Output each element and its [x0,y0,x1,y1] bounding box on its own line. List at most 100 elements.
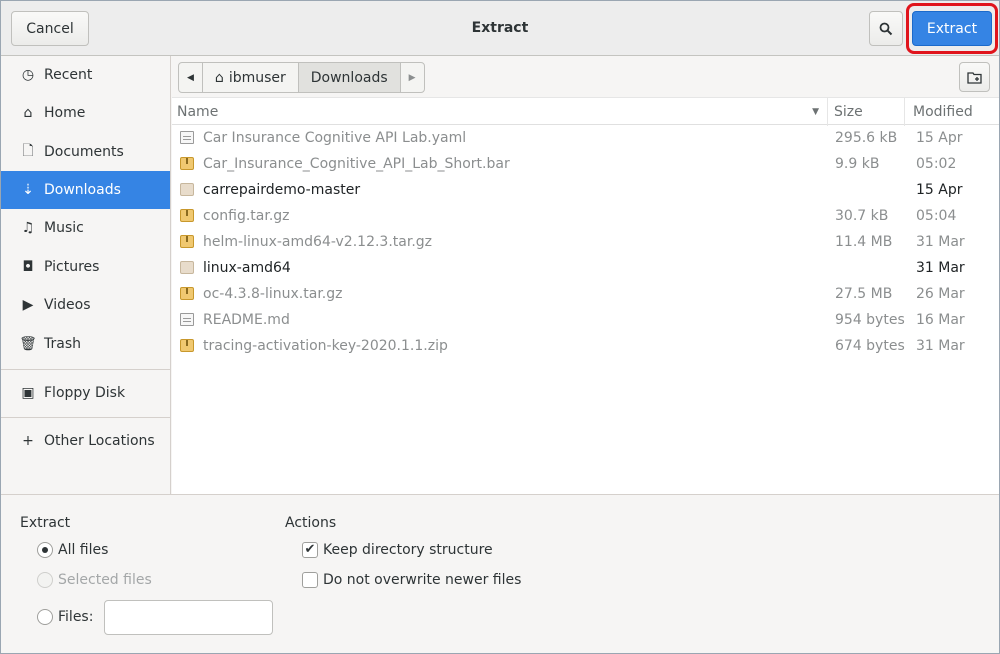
breadcrumb-label: Downloads [310,69,388,86]
sidebar-item-home[interactable]: ⌂ Home [1,94,170,132]
files-radio[interactable]: Files: [37,609,93,625]
extract-options-panel: Extract All files Selected files Files: … [1,494,999,653]
breadcrumb-label: ibmuser [228,69,286,86]
no-overwrite-label: Do not overwrite newer files [323,572,522,588]
sidebar-item-documents[interactable]: 🗋 Documents [1,133,170,171]
sidebar-item-recent[interactable]: ◷ Recent [1,56,170,94]
document-icon [180,313,194,326]
all-files-radio[interactable]: All files [37,542,108,558]
file-name: linux-amd64 [203,260,291,276]
file-name: carrepairdemo-master [203,182,361,198]
file-modified: 31 Mar [916,260,965,276]
archive-icon [180,287,194,300]
archive-icon [180,235,194,248]
sidebar-item-label: Music [44,220,84,236]
file-row[interactable]: carrepairdemo-master 15 Apr [172,177,999,203]
path-back-arrow-icon[interactable]: ◀ [179,63,203,92]
file-size: 11.4 MB [835,234,893,250]
file-row[interactable]: tracing-activation-key-2020.1.1.zip 674 … [172,333,999,359]
home-icon: ⌂ [214,69,224,86]
new-folder-icon [966,72,982,84]
actions-section-title: Actions [285,515,337,531]
home-icon: ⌂ [23,105,33,121]
path-forward-arrow-icon[interactable]: ▶ [401,63,424,92]
file-size: 30.7 kB [835,208,889,224]
dialog-title: Extract [471,20,529,36]
sidebar-item-label: Pictures [44,259,100,275]
file-name: tracing-activation-key-2020.1.1.zip [203,338,448,354]
path-bar: ◀ ⌂ ibmuser Downloads ▶ [172,56,999,97]
sidebar-item-pictures[interactable]: ◘ Pictures [1,248,170,286]
breadcrumb-home[interactable]: ⌂ ibmuser [203,63,299,92]
file-modified: 31 Mar [916,234,965,250]
sidebar-item-label: Recent [44,67,93,83]
file-row[interactable]: README.md 954 bytes 16 Mar [172,307,999,333]
sidebar-item-videos[interactable]: ▶ Videos [1,286,170,324]
sidebar-item-other-locations[interactable]: + Other Locations [1,422,170,460]
file-modified: 05:04 [916,208,957,224]
archive-icon [180,157,194,170]
floppy-icon: ▣ [21,385,35,401]
file-size: 9.9 kB [835,156,880,172]
document-icon: 🗋 [22,143,34,159]
trash-icon: 🗑 [19,336,37,352]
file-modified: 31 Mar [916,338,965,354]
file-name: oc-4.3.8-linux.tar.gz [203,286,343,302]
places-sidebar: ◷ Recent ⌂ Home 🗋 Documents ⇣ Downloads … [1,56,171,494]
sidebar-separator [1,417,170,418]
radio-unchecked-icon [37,572,53,588]
sidebar-item-trash[interactable]: 🗑 Trash [1,325,170,363]
document-icon [180,131,194,144]
file-name: config.tar.gz [203,208,290,224]
sidebar-item-label: Floppy Disk [44,385,126,401]
file-row[interactable]: Car_Insurance_Cognitive_API_Lab_Short.ba… [172,151,999,177]
file-row[interactable]: helm-linux-amd64-v2.12.3.tar.gz 11.4 MB … [172,229,999,255]
radio-unchecked-icon [37,609,53,625]
file-modified: 26 Mar [916,286,965,302]
archive-icon [180,209,194,222]
file-size: 27.5 MB [835,286,893,302]
files-label: Files: [58,609,94,625]
header-bar: Cancel Extract Extract [1,1,999,56]
cancel-button[interactable]: Cancel [11,11,89,46]
column-header-modified[interactable]: Modified [905,98,999,126]
sidebar-separator [1,369,170,370]
file-size: 954 bytes [835,312,905,328]
file-row[interactable]: oc-4.3.8-linux.tar.gz 27.5 MB 26 Mar [172,281,999,307]
files-pattern-input[interactable] [104,600,273,635]
file-row[interactable]: Car Insurance Cognitive API Lab.yaml 295… [172,125,999,151]
no-overwrite-checkbox[interactable]: Do not overwrite newer files [302,572,521,588]
sidebar-item-label: Videos [44,297,91,313]
file-modified: 15 Apr [916,130,963,146]
file-row[interactable]: linux-amd64 31 Mar [172,255,999,281]
selected-files-label: Selected files [58,572,152,588]
search-button[interactable] [869,11,903,46]
file-row[interactable]: config.tar.gz 30.7 kB 05:04 [172,203,999,229]
sidebar-item-label: Home [44,105,86,121]
extract-section-title: Extract [20,515,71,531]
file-size: 295.6 kB [835,130,898,146]
extract-dialog: Cancel Extract Extract ◷ Recent ⌂ Home 🗋… [0,0,1000,654]
selected-files-radio[interactable]: Selected files [37,572,152,588]
folder-icon [180,183,194,196]
sidebar-item-floppy-disk[interactable]: ▣ Floppy Disk [1,374,170,412]
plus-icon: + [22,433,34,449]
breadcrumb: ◀ ⌂ ibmuser Downloads ▶ [178,62,425,93]
sort-descending-icon: ▼ [812,107,819,117]
file-name: Car_Insurance_Cognitive_API_Lab_Short.ba… [203,156,510,172]
camera-icon: ◘ [22,259,34,275]
sidebar-item-label: Other Locations [44,433,155,449]
new-folder-button[interactable] [959,62,990,92]
sidebar-item-downloads[interactable]: ⇣ Downloads [1,171,170,209]
file-modified: 15 Apr [916,182,963,198]
file-list-header: Name ▼ Size Modified [172,97,999,126]
sidebar-item-label: Downloads [44,182,121,198]
keep-directory-structure-checkbox[interactable]: ✔ Keep directory structure [302,542,493,558]
sidebar-item-music[interactable]: ♫ Music [1,209,170,247]
file-name: Car Insurance Cognitive API Lab.yaml [203,130,467,146]
breadcrumb-downloads[interactable]: Downloads [298,63,401,92]
extract-button[interactable]: Extract [912,11,992,46]
checkbox-unchecked-icon [302,572,318,588]
column-header-name[interactable]: Name ▼ [172,98,828,126]
column-header-size[interactable]: Size [828,98,905,126]
